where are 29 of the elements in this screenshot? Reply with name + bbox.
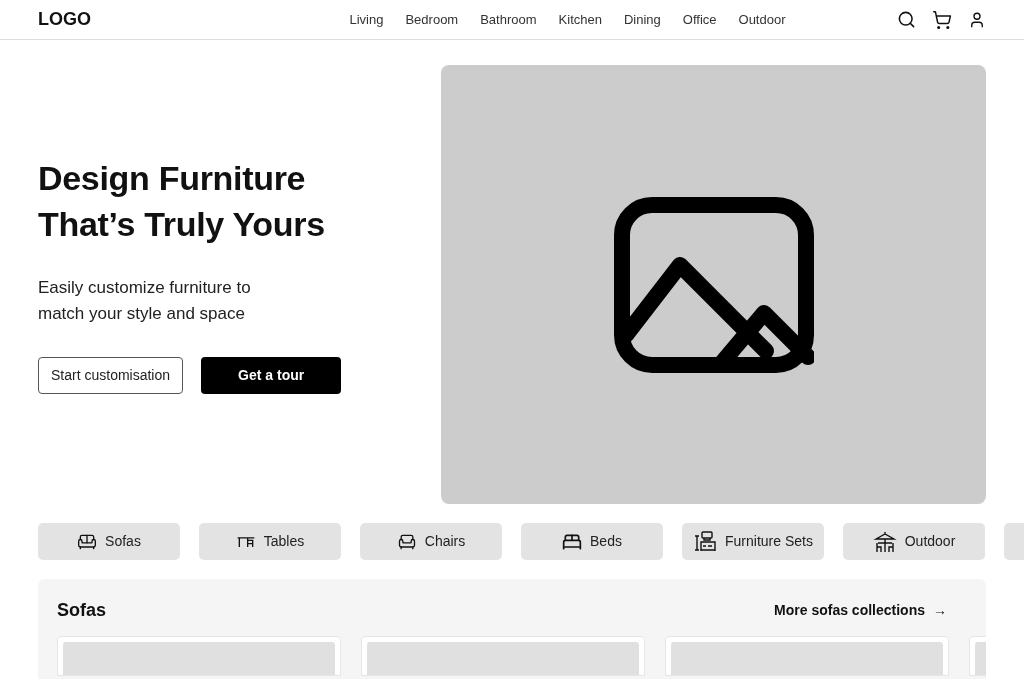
nav-link[interactable]: Living	[349, 9, 384, 30]
search-icon[interactable]	[897, 10, 916, 29]
cart-icon[interactable]	[932, 9, 952, 30]
nav-link[interactable]: Kitchen	[558, 9, 602, 30]
nav-link[interactable]: Dining	[623, 9, 661, 30]
image-placeholder-icon	[613, 196, 814, 373]
logo[interactable]: LOGO	[38, 6, 278, 33]
hero-subtitle: Easily customize furniture to match your style and space	[38, 277, 252, 325]
category-chip[interactable]: Beds	[521, 523, 663, 560]
category-chip[interactable]: Furniture Sets	[682, 523, 824, 560]
category-chip[interactable]: Chairs	[360, 523, 502, 560]
product-card[interactable]	[57, 636, 341, 676]
start-customisation-button[interactable]: Start customisation	[38, 357, 184, 394]
hero-title: Design Furniture That’s Truly Yours	[38, 158, 326, 245]
furniture-set-icon	[693, 529, 718, 554]
category-chip[interactable]: Sofas	[38, 523, 180, 560]
more-collections-link[interactable]: More sofas collections →	[774, 600, 947, 621]
nav-link[interactable]: Office	[682, 9, 717, 30]
patio-table-icon	[872, 529, 897, 554]
product-card[interactable]	[361, 636, 645, 676]
nav-link[interactable]: Bedroom	[405, 9, 459, 30]
get-tour-button[interactable]: Get a tour	[201, 357, 342, 394]
nav-link[interactable]: Bathroom	[480, 9, 537, 30]
section-title: Sofas	[57, 599, 107, 622]
product-card[interactable]	[665, 636, 949, 676]
nav-link[interactable]: Outdoor	[738, 9, 786, 30]
category-chip[interactable]: Tables	[199, 523, 341, 560]
user-icon[interactable]	[968, 10, 986, 29]
category-chip[interactable]: Outdoor	[843, 523, 985, 560]
